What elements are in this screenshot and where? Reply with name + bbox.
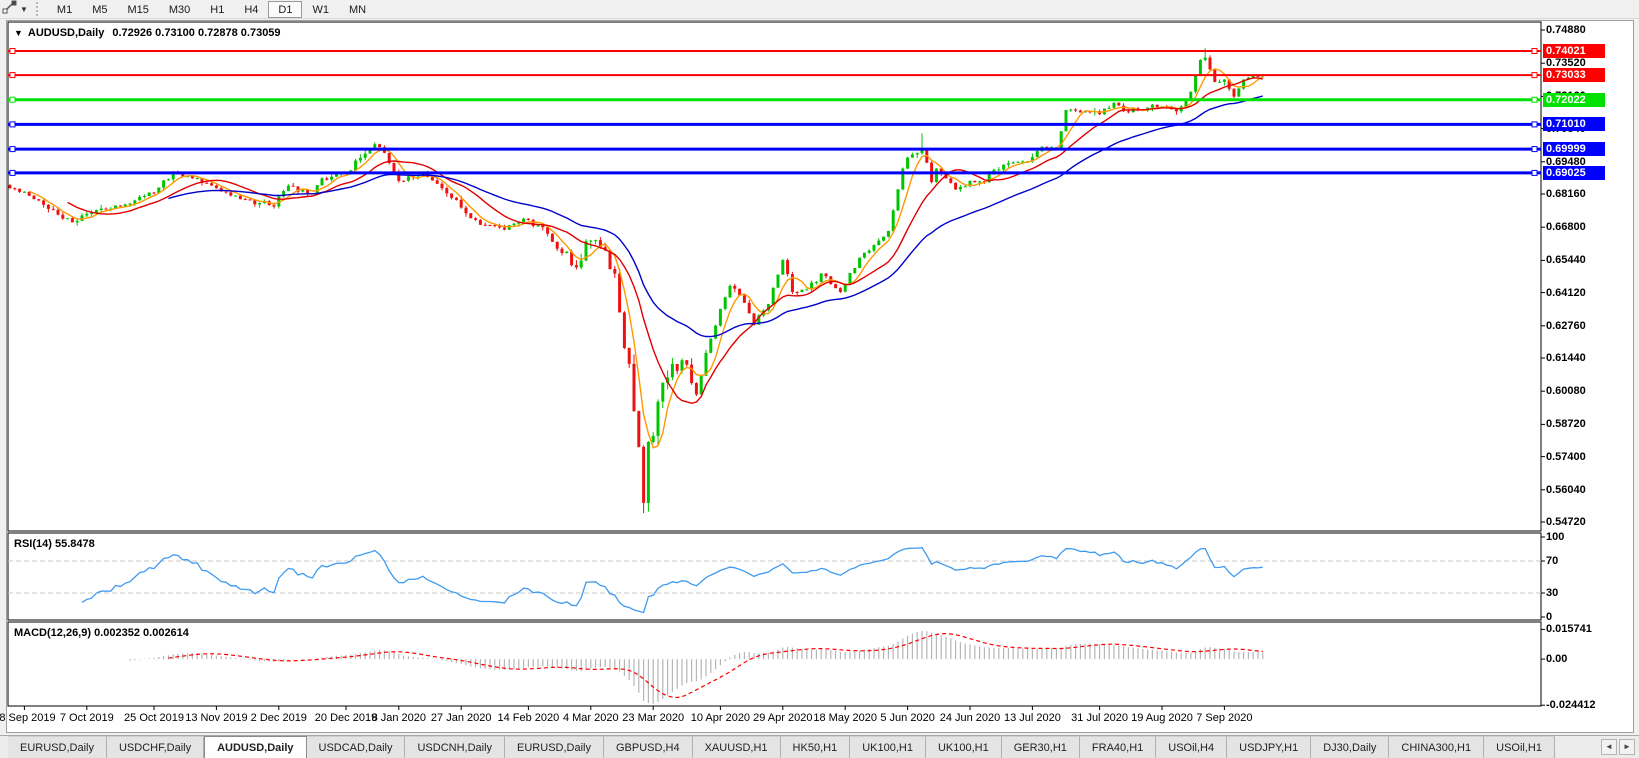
axis-ticks-layer — [23, 29, 1545, 710]
tab-usoil-h4[interactable]: USOil,H4 — [1156, 736, 1228, 758]
chart-canvas[interactable] — [0, 0, 1639, 758]
price-tick-label: 0.60080 — [1546, 385, 1586, 398]
macd-histogram — [129, 631, 1264, 704]
tab-usdcad-daily[interactable]: USDCAD,Daily — [306, 736, 406, 758]
price-tick-label: 0.58720 — [1546, 418, 1586, 431]
date-tick-label: 7 Oct 2019 — [59, 712, 114, 724]
date-tick-label: 13 Nov 2019 — [185, 712, 248, 724]
date-tick-label: 5 Jun 2020 — [880, 712, 935, 724]
date-tick-label: 20 Dec 2019 — [314, 712, 378, 724]
tab-scrollers: ◄ ► — [1597, 736, 1639, 758]
price-tick-label: 0.56040 — [1546, 483, 1586, 496]
tab-xauusd-h1[interactable]: XAUUSD,H1 — [692, 736, 781, 758]
date-tick-label: 31 Jul 2020 — [1071, 712, 1129, 724]
price-tick-label: 0.66800 — [1546, 221, 1586, 234]
price-tick-label: 0.64120 — [1546, 286, 1586, 299]
rsi-axis-label: 100 — [1546, 531, 1565, 543]
ma-slow-line — [168, 95, 1263, 338]
rsi-legend: RSI(14) 55.8478 — [14, 538, 95, 550]
price-line-label-0.72022: 0.72022 — [1543, 92, 1605, 107]
price-tick-label: 0.61440 — [1546, 352, 1586, 364]
tab-eurusd-daily[interactable]: EURUSD,Daily — [505, 736, 604, 758]
price-tick-label: 0.68160 — [1546, 188, 1586, 200]
date-tick-label: 24 Jun 2020 — [939, 712, 1001, 724]
price-tick-label: 0.74880 — [1546, 24, 1586, 36]
tab-eurusd-daily[interactable]: EURUSD,Daily — [8, 736, 107, 758]
tab-uk100-h1[interactable]: UK100,H1 — [925, 736, 1002, 758]
date-tick-label: 25 Oct 2019 — [124, 712, 184, 724]
price-line-label-0.69999: 0.69999 — [1543, 142, 1605, 157]
price-tick-label: 0.54720 — [1546, 516, 1586, 528]
tab-dj30-daily[interactable]: DJ30,Daily — [1311, 736, 1390, 758]
tab-china300-h1[interactable]: CHINA300,H1 — [1389, 736, 1485, 758]
date-tick-label: 19 Aug 2020 — [1131, 712, 1193, 724]
macd-layer — [129, 631, 1264, 704]
rsi-label: RSI(14) — [14, 538, 52, 550]
tab-hk50-h1[interactable]: HK50,H1 — [780, 736, 851, 758]
tab-usdjpy-h1[interactable]: USDJPY,H1 — [1227, 736, 1312, 758]
candles-layer — [8, 48, 1265, 514]
tab-gbpusd-h4[interactable]: GBPUSD,H4 — [604, 736, 693, 758]
price-tick-label: 0.65440 — [1546, 254, 1586, 267]
date-tick-label: 2 Dec 2019 — [250, 712, 307, 724]
tab-usdcnh-daily[interactable]: USDCNH,Daily — [405, 736, 506, 758]
rsi-axis-label: 30 — [1546, 587, 1559, 599]
tab-usdchf-daily[interactable]: USDCHF,Daily — [106, 736, 205, 758]
price-tick-label: 0.62760 — [1546, 319, 1586, 332]
macd-values: 0.002352 0.002614 — [94, 627, 189, 639]
tab-usoil-h1[interactable]: USOil,H1 — [1484, 736, 1555, 758]
date-tick-label: 8 Jan 2020 — [371, 712, 427, 724]
date-tick-label: 4 Mar 2020 — [562, 712, 619, 724]
price-line-label-0.69025: 0.69025 — [1543, 165, 1605, 180]
rsi-axis-label: 0 — [1546, 611, 1553, 623]
date-tick-label: 27 Jan 2020 — [430, 712, 492, 724]
macd-axis-label: 0.00 — [1546, 653, 1568, 666]
tab-audusd-daily[interactable]: AUDUSD,Daily — [204, 736, 307, 758]
macd-legend: MACD(12,26,9) 0.002352 0.002614 — [14, 627, 189, 639]
date-tick-label: 29 Apr 2020 — [753, 712, 813, 724]
tab-scroll-right-button[interactable]: ► — [1619, 739, 1635, 755]
macd-label: MACD(12,26,9) — [14, 627, 92, 639]
macd-axis-label: -0.024412 — [1546, 699, 1596, 712]
price-line-label-0.74021: 0.74021 — [1543, 43, 1605, 58]
tab-fra40-h1[interactable]: FRA40,H1 — [1079, 736, 1157, 758]
date-tick-label: 18 May 2020 — [813, 712, 877, 724]
triangle-down-icon[interactable]: ▼ — [14, 28, 23, 38]
date-tick-label: 18 Sep 2019 — [0, 712, 56, 724]
price-tick-label: 0.57400 — [1546, 450, 1586, 463]
symbol-title: AUDUSD,Daily — [27, 27, 105, 39]
ma-mid-line — [67, 77, 1263, 405]
date-tick-label: 13 Jul 2020 — [1003, 712, 1061, 724]
date-tick-label: 14 Feb 2020 — [497, 712, 560, 724]
date-tick-label: 10 Apr 2020 — [690, 712, 751, 724]
rsi-layer — [8, 547, 1541, 614]
tab-uk100-h1[interactable]: UK100,H1 — [850, 736, 926, 758]
chart-legend: ▼ AUDUSD,Daily 0.72926 0.73100 0.72878 0.7… — [14, 27, 281, 39]
price-line-label-0.73033: 0.73033 — [1543, 68, 1605, 83]
macd-axis-label: 0.015741 — [1546, 623, 1592, 636]
chart-tab-bar: EURUSD,Daily USDCHF,Daily AUDUSD,Daily USDC… — [0, 735, 1639, 758]
date-tick-label: 7 Sep 2020 — [1196, 712, 1253, 724]
tab-ger30-h1[interactable]: GER30,H1 — [1001, 736, 1080, 758]
horizontal-lines-layer[interactable] — [8, 48, 1541, 176]
tab-scroll-left-button[interactable]: ◄ — [1601, 739, 1617, 755]
ohlc-values: 0.72926 0.73100 0.72878 0.73059 — [112, 27, 281, 39]
rsi-line — [81, 547, 1263, 614]
rsi-value: 55.8478 — [54, 538, 95, 550]
price-line-label-0.71010: 0.71010 — [1543, 117, 1605, 132]
date-tick-label: 23 Mar 2020 — [622, 712, 685, 724]
rsi-axis-label: 70 — [1546, 555, 1559, 567]
